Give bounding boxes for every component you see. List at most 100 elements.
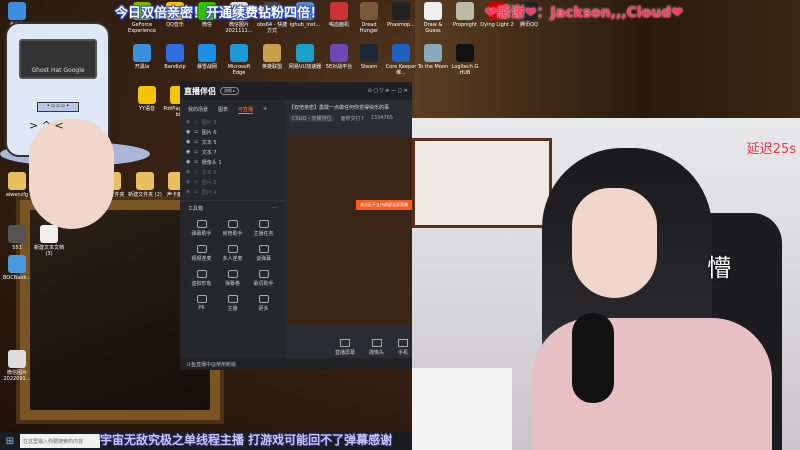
desktop-icon[interactable]: 英雄联盟 xyxy=(255,44,289,70)
lock-icon[interactable]: ▫ xyxy=(194,119,197,125)
app-icon xyxy=(360,44,378,62)
eye-icon[interactable]: ◉ xyxy=(186,189,190,195)
window-controls[interactable]: ⊙ ▢ ▽ ≡ — ▢ ✕ xyxy=(368,88,408,94)
start-button[interactable]: ⊞ xyxy=(0,436,20,447)
tool-button[interactable]: 虚拟形象 xyxy=(186,270,217,287)
desktop-icon[interactable]: 开黑la xyxy=(125,44,159,70)
more-icon[interactable]: ⋯ xyxy=(272,205,277,212)
desktop-icon[interactable]: 微信图片 2022091... xyxy=(0,350,34,382)
lock-icon[interactable]: ▫ xyxy=(194,139,197,145)
desktop-icon[interactable]: Logitech G HUB xyxy=(448,44,482,76)
microphone xyxy=(572,313,614,403)
tool-button[interactable]: 歌词助手 xyxy=(248,270,279,287)
streamer-face xyxy=(572,188,657,298)
room-label: 面称交打↑ xyxy=(340,116,365,122)
lock-icon[interactable]: ▫ xyxy=(194,179,197,185)
desktop-icon[interactable]: Microsoft Edge xyxy=(222,44,256,76)
eye-icon[interactable]: ◉ xyxy=(186,179,190,185)
cabinet xyxy=(412,368,512,450)
desktop-icon[interactable]: Propnight xyxy=(448,2,482,28)
category[interactable]: CSGO - 天梯排位 xyxy=(289,115,335,122)
app-icon xyxy=(133,44,151,62)
app-icon xyxy=(198,44,216,62)
phone-icon xyxy=(398,339,409,347)
delay-label: 延迟25s xyxy=(746,142,796,157)
source-item[interactable]: ◉ ▫ 图片 4 xyxy=(180,187,285,197)
tab-charts[interactable]: 图表 xyxy=(218,106,228,114)
desktop-icon[interactable]: 5E对战平台 xyxy=(322,44,356,70)
preview-panel: 【双倍亲密】勇敢一点做任何你觉得快乐的事 CSGO - 天梯排位 面称交打↑ 1… xyxy=(285,100,412,358)
eye-icon[interactable]: ◉ xyxy=(186,149,190,155)
tab-scenes[interactable]: 我的场景 xyxy=(188,106,208,114)
app-icon xyxy=(456,2,474,20)
phone-button[interactable]: 手机 xyxy=(398,339,408,356)
thanks-banner: ❤感谢❤：Jackson,,,Cloud❤ xyxy=(485,5,684,21)
source-item[interactable]: ◉ ▫ 图片 5 xyxy=(180,177,285,187)
toolbox-title: 工具箱 xyxy=(188,206,204,212)
mascot-screen: Ghost Hat Google xyxy=(19,39,97,79)
taskbar-search[interactable]: 在这里输入你要搜索的内容 xyxy=(20,434,100,448)
app-icon xyxy=(138,86,156,104)
app-icon xyxy=(424,44,442,62)
desktop-icon[interactable]: 网易UU加速器 xyxy=(288,44,322,70)
tool-icon xyxy=(227,220,238,228)
app-icon xyxy=(456,44,474,62)
tool-button[interactable]: PK xyxy=(186,295,217,312)
lock-icon[interactable]: ▫ xyxy=(194,149,197,155)
tool-button[interactable]: 更多 xyxy=(248,295,279,312)
lock-icon[interactable]: ▫ xyxy=(194,159,197,165)
lock-icon[interactable]: ▫ xyxy=(194,189,197,195)
source-item[interactable]: ◉ ▫ 摄像头 1 xyxy=(180,157,285,167)
eye-icon[interactable]: ◉ xyxy=(186,129,190,135)
tool-button[interactable]: 视频连麦 xyxy=(186,245,217,262)
stream-title[interactable]: 【双倍亲密】勇敢一点做任何你觉得快乐的事 xyxy=(285,100,412,115)
desktop-icon[interactable]: 新建文本文档 (3) xyxy=(32,225,66,257)
desktop-icon[interactable]: YY语音 xyxy=(130,86,164,112)
lock-icon[interactable]: ▫ xyxy=(194,169,197,175)
camera-button[interactable]: 摄像头 xyxy=(369,339,384,356)
tool-icon xyxy=(227,270,238,278)
eye-icon[interactable]: ◉ xyxy=(186,169,190,175)
app-icon xyxy=(8,225,26,243)
lock-icon[interactable]: ▫ xyxy=(194,129,197,135)
source-item[interactable]: ◉ ▫ 文本 5 xyxy=(180,137,285,147)
desktop-icon[interactable]: BOCBank... xyxy=(0,255,34,281)
desktop-icon[interactable]: Dread Hunger xyxy=(352,2,386,34)
tool-button[interactable]: 多人连麦 xyxy=(217,245,248,262)
monitor-icon xyxy=(340,339,350,347)
source-item[interactable]: ◉ ▫ 图片 9 xyxy=(180,117,285,127)
mascot-face: > ^ < xyxy=(29,119,114,229)
tool-button[interactable]: 弹幕卷 xyxy=(217,270,248,287)
camera-icon xyxy=(371,339,382,347)
app-icon xyxy=(8,350,26,368)
tool-icon xyxy=(258,220,269,228)
tool-button[interactable]: 主播 xyxy=(217,295,248,312)
version-badge[interactable]: 测图 ▸ xyxy=(220,87,240,95)
tool-button[interactable]: 主播任务 xyxy=(248,220,279,237)
desktop-icon[interactable]: 暴雪战网 xyxy=(190,44,224,70)
tool-button[interactable]: 房管助手 xyxy=(217,220,248,237)
desktop-icon[interactable]: Bandizip xyxy=(158,44,192,70)
eye-icon[interactable]: ◉ xyxy=(186,139,190,145)
source-item[interactable]: ◉ ▫ 文本 6 xyxy=(180,167,285,177)
desktop-icon[interactable]: To the Moon xyxy=(416,44,450,70)
desktop-icon[interactable]: 喝血脑机 xyxy=(322,2,356,28)
screen-capture-button[interactable]: 直播屏幕 xyxy=(335,339,355,356)
desktop-icon[interactable]: Steam xyxy=(352,44,386,70)
tool-button[interactable]: 谈弹幕 xyxy=(248,245,279,262)
tool-button[interactable]: 弹幕助手 xyxy=(186,220,217,237)
tab-live[interactable]: 可直播 xyxy=(238,106,254,114)
desktop-icon[interactable]: Phasmop... xyxy=(384,2,418,28)
eye-icon[interactable]: ◉ xyxy=(186,159,190,165)
app-icon xyxy=(8,2,26,20)
desktop-icon[interactable]: Draw & Guess xyxy=(416,2,450,34)
add-scene-button[interactable]: + xyxy=(263,106,267,114)
tool-icon xyxy=(227,245,238,253)
desktop-icon[interactable]: 551 xyxy=(0,225,34,251)
desktop-icon[interactable]: Core Keeper 维... xyxy=(384,44,418,76)
source-item[interactable]: ◉ ▫ 文本 7 xyxy=(180,147,285,157)
source-item[interactable]: ◉ ▫ 图片 6 xyxy=(180,127,285,137)
app-icon xyxy=(296,44,314,62)
desktop-icon[interactable]: 新建文件夹 (2) xyxy=(128,172,162,198)
eye-icon[interactable]: ◉ xyxy=(186,119,190,125)
